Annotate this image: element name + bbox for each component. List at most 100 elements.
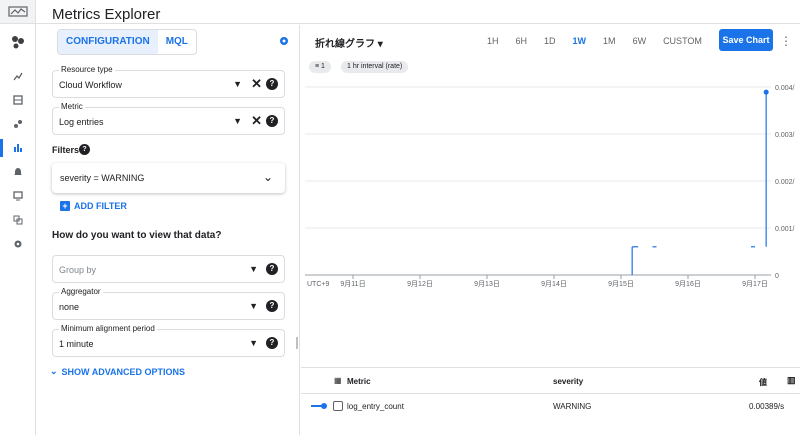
y-tick-label: 0.002/ — [775, 179, 795, 186]
metric-select[interactable]: Metric Log entries ▼ ✕ ? — [52, 102, 285, 135]
legend-metric-name: log_entry_count — [347, 402, 404, 411]
legend-table: ▦ Metric severity 値 ▥ log_entry_count WA… — [301, 367, 800, 435]
legend-row: log_entry_count WARNING 0.00389/s — [301, 393, 800, 417]
range-6w[interactable]: 6W — [633, 36, 647, 46]
group-by-placeholder: Group by — [59, 265, 97, 275]
range-1h[interactable]: 1H — [487, 36, 499, 46]
chevron-down-icon[interactable]: ⌄ — [263, 170, 273, 184]
help-icon[interactable]: ? — [266, 115, 278, 127]
chart-type-select[interactable]: 折れ線グラフ ▾ — [315, 35, 383, 50]
y-tick-label: 0 — [775, 273, 779, 280]
aggregator-select[interactable]: Aggregator none ▼ ? — [52, 287, 285, 320]
chart-type-label: 折れ線グラフ — [315, 39, 375, 50]
help-icon[interactable]: ? — [266, 337, 278, 349]
alignment-period-label: Minimum alignment period — [59, 324, 157, 333]
legend-icon: ▦ — [334, 376, 342, 385]
gear-icon[interactable] — [279, 35, 289, 49]
add-filter-label: ADD FILTER — [74, 201, 127, 211]
dropdown-arrow-icon: ▾ — [377, 39, 383, 50]
config-panel: CONFIGURATION MQL Resource type Cloud Wo… — [36, 25, 300, 435]
more-options-icon[interactable]: ⋮ — [780, 34, 792, 48]
range-6h[interactable]: 6H — [516, 36, 528, 46]
services-icon[interactable] — [0, 112, 36, 136]
tab-configuration[interactable]: CONFIGURATION — [58, 30, 158, 54]
alignment-period-value: 1 minute — [59, 339, 94, 349]
y-tick-label: 0.003/ — [775, 132, 795, 139]
monitoring-logo-icon[interactable] — [0, 0, 35, 24]
scrollbar-thumb[interactable] — [296, 337, 298, 349]
x-tick-label: 9月17日 — [742, 280, 768, 288]
x-tick-label: UTC+9 — [307, 281, 329, 288]
x-tick-label: 9月15日 — [608, 280, 634, 288]
time-range-selector: 1H 6H 1D 1W 1M 6W CUSTOM — [487, 36, 702, 46]
range-1m[interactable]: 1M — [603, 36, 616, 46]
add-filter-button[interactable]: + ADD FILTER — [60, 201, 127, 211]
resource-type-label: Resource type — [59, 65, 115, 74]
series-point — [763, 89, 769, 95]
filter-count: 1 — [321, 63, 325, 70]
save-chart-button[interactable]: Save Chart — [719, 29, 773, 51]
metric-label: Metric — [59, 102, 85, 111]
uptime-icon[interactable] — [0, 184, 36, 208]
column-toggle-icon[interactable]: ▥ — [787, 375, 796, 386]
chart-area: 折れ線グラフ ▾ 1H 6H 1D 1W 1M 6W CUSTOM Save C… — [301, 25, 800, 435]
help-icon[interactable]: ? — [266, 263, 278, 275]
column-header-severity[interactable]: severity — [553, 377, 583, 386]
clear-icon[interactable]: ✕ — [251, 113, 262, 129]
metrics-explorer-icon[interactable] — [0, 136, 36, 160]
filter-count-chip[interactable]: ≡ 1 — [309, 61, 331, 73]
aggregator-value: none — [59, 302, 80, 312]
groups-icon[interactable] — [0, 208, 36, 232]
range-1d[interactable]: 1D — [544, 36, 556, 46]
x-tick-label: 9月13日 — [474, 280, 500, 288]
resource-type-value: Cloud Workflow — [59, 80, 122, 90]
config-tabs: CONFIGURATION MQL — [57, 29, 197, 55]
y-tick-label: 0.001/ — [775, 226, 795, 233]
aggregator-label: Aggregator — [59, 287, 103, 296]
help-icon[interactable]: ? — [266, 78, 278, 90]
range-1w[interactable]: 1W — [573, 36, 587, 46]
plus-icon: + — [60, 201, 70, 211]
settings-icon[interactable] — [0, 232, 36, 256]
page-title: Metrics Explorer — [52, 6, 161, 23]
chevron-down-icon: ⌄ — [50, 366, 58, 376]
dashboards-icon[interactable] — [0, 88, 36, 112]
trend-chart-icon[interactable] — [0, 64, 36, 88]
filter-list-icon: ≡ — [315, 63, 320, 70]
dropdown-arrow-icon[interactable]: ▼ — [233, 116, 242, 126]
legend-severity: WARNING — [553, 402, 592, 411]
series-point-swatch — [321, 403, 327, 409]
show-advanced-options-button[interactable]: ⌄ SHOW ADVANCED OPTIONS — [50, 366, 185, 377]
line-chart: 0 0.001/0.002/0.003/0.004/UTC+9 9月11日 9月12日… — [305, 85, 795, 288]
x-tick-label: 9月11日 — [340, 280, 365, 288]
y-tick-label: 0.004/ — [775, 85, 795, 92]
metric-value: Log entries — [59, 117, 104, 127]
dropdown-arrow-icon[interactable]: ▼ — [233, 79, 242, 89]
column-header-metric[interactable]: Metric — [347, 377, 371, 386]
view-data-heading: How do you want to view that data? — [52, 230, 222, 241]
x-tick-label: 9月12日 — [407, 280, 433, 288]
show-advanced-label: SHOW ADVANCED OPTIONS — [61, 366, 186, 377]
clear-icon[interactable]: ✕ — [251, 76, 262, 92]
help-icon[interactable]: ? — [266, 300, 278, 312]
range-custom[interactable]: CUSTOM — [663, 36, 702, 46]
column-header-value[interactable]: 値 — [759, 377, 767, 388]
x-tick-label: 9月14日 — [541, 280, 567, 288]
dropdown-arrow-icon[interactable]: ▼ — [249, 264, 258, 274]
tab-mql[interactable]: MQL — [158, 30, 196, 54]
interval-chip[interactable]: 1 hr interval (rate) — [341, 61, 409, 73]
dropdown-arrow-icon[interactable]: ▼ — [249, 338, 258, 348]
nav-rail — [0, 0, 36, 435]
series-checkbox[interactable] — [333, 401, 343, 411]
dropdown-arrow-icon[interactable]: ▼ — [249, 301, 258, 311]
resource-type-select[interactable]: Resource type Cloud Workflow ▼ ✕ ? — [52, 65, 285, 98]
dashboard-overview-icon[interactable] — [0, 30, 36, 54]
filter-item[interactable]: severity = WARNING ⌄ — [52, 163, 285, 193]
alerting-icon[interactable] — [0, 160, 36, 184]
alignment-period-select[interactable]: Minimum alignment period 1 minute ▼ ? — [52, 324, 285, 357]
help-icon[interactable]: ? — [79, 144, 90, 155]
filters-label: Filters — [52, 145, 80, 155]
legend-value: 0.00389/s — [749, 402, 785, 411]
x-tick-label: 9月16日 — [675, 280, 701, 288]
group-by-select[interactable]: Group by ▼ ? — [52, 255, 285, 283]
